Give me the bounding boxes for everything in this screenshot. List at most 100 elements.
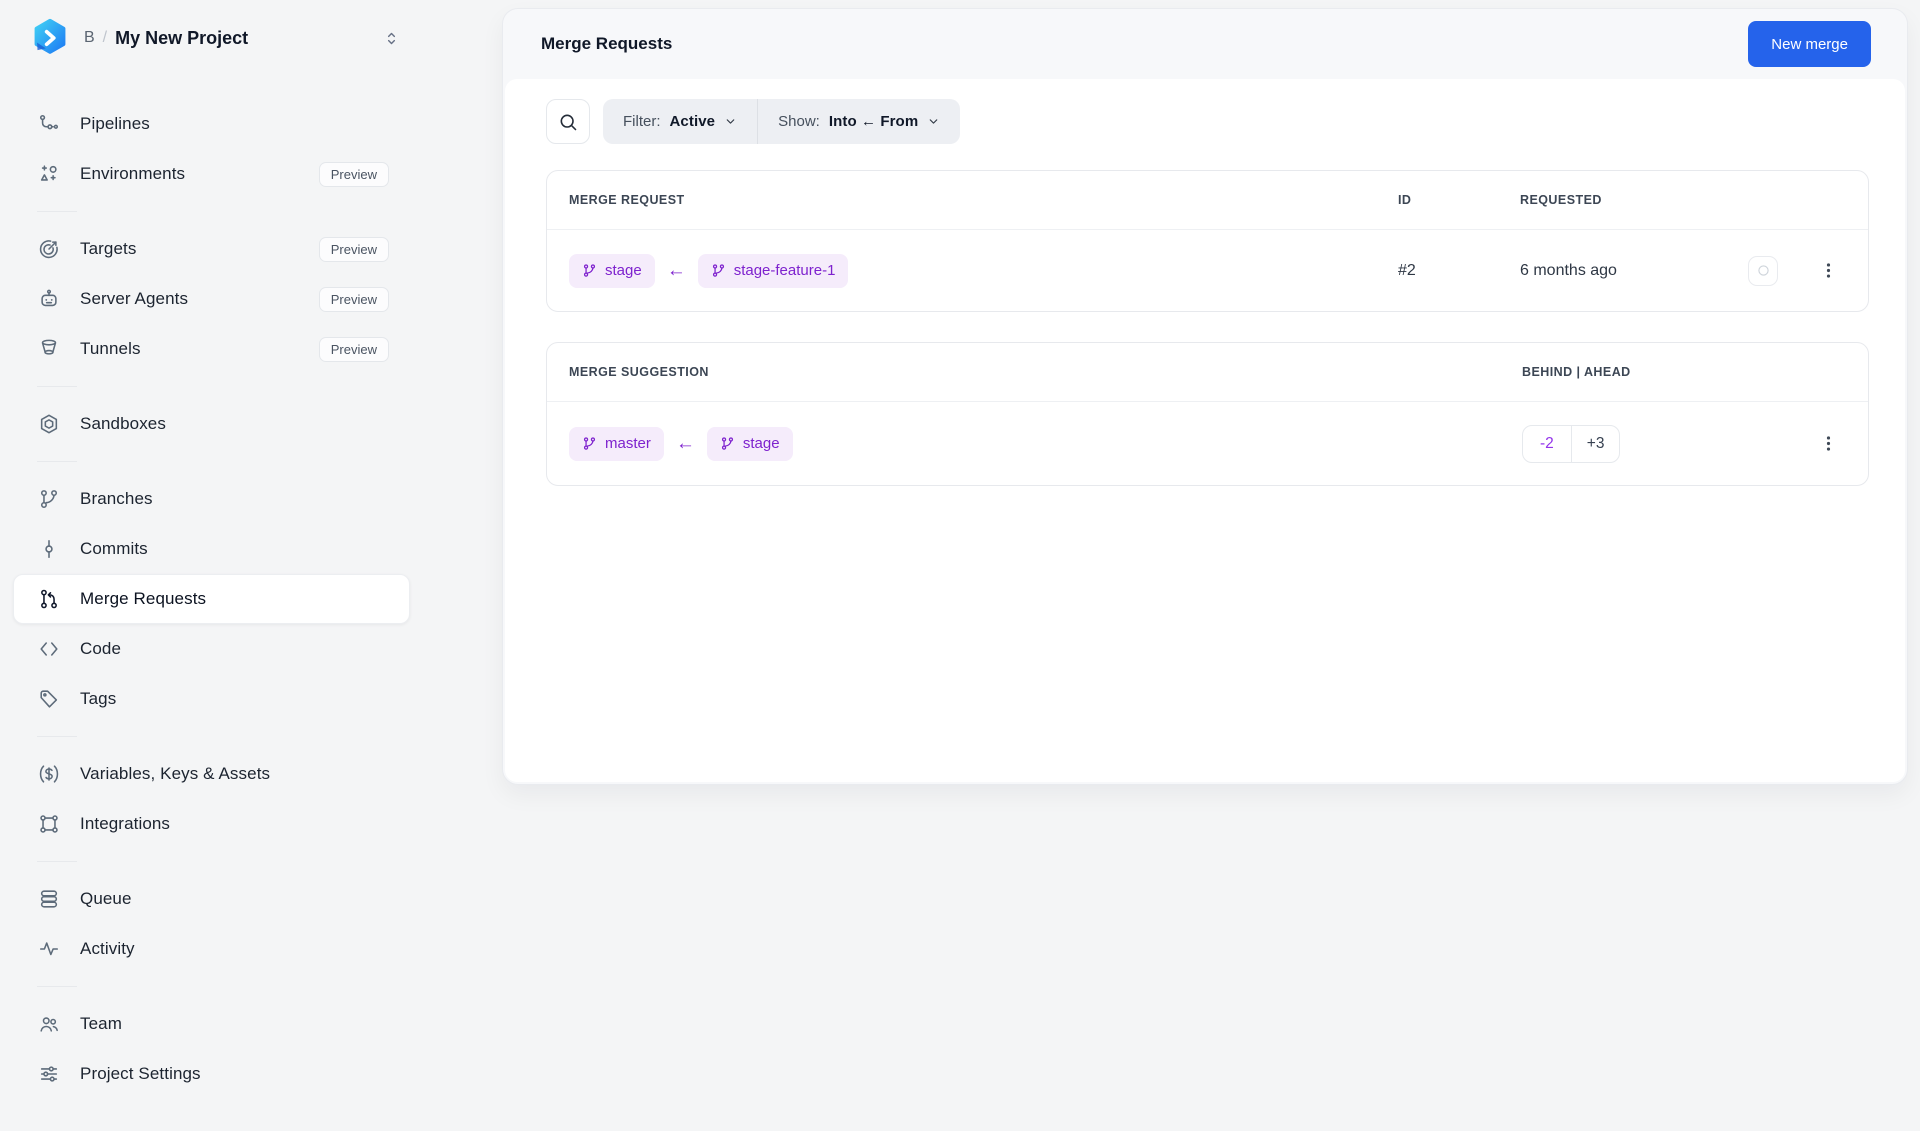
sidebar-item-commits[interactable]: Commits xyxy=(13,524,410,574)
sidebar-item-code[interactable]: Code xyxy=(13,624,410,674)
kebab-menu-icon xyxy=(1819,261,1838,280)
show-dropdown[interactable]: Show: Into ← From xyxy=(758,99,960,144)
sidebar-item-targets[interactable]: Targets Preview xyxy=(13,224,410,274)
sidebar-item-label: Sandboxes xyxy=(80,414,166,433)
merge-request-table-header: MERGE REQUEST ID REQUESTED xyxy=(547,171,1868,229)
branch-icon xyxy=(582,263,597,278)
behind-count: -2 xyxy=(1540,434,1554,452)
sidebar-item-label: Environments xyxy=(80,164,186,183)
chevron-down-icon xyxy=(724,115,737,128)
sidebar-item-label: Code xyxy=(80,639,122,658)
breadcrumb-separator: / xyxy=(102,29,108,46)
tags-icon xyxy=(38,688,60,710)
requested-time: 6 months ago xyxy=(1520,261,1617,279)
into-branch-name: master xyxy=(605,435,651,452)
integrations-icon xyxy=(38,813,60,835)
sidebar-item-sandboxes[interactable]: Sandboxes xyxy=(13,399,410,449)
variables-icon xyxy=(38,763,60,785)
sidebar-item-label: Tunnels xyxy=(80,339,141,358)
row-actions-menu-button[interactable] xyxy=(1814,257,1842,285)
column-behind-ahead: BEHIND | AHEAD xyxy=(1522,365,1631,379)
org-initial[interactable]: B xyxy=(84,29,95,47)
merge-request-id: #2 xyxy=(1398,261,1416,279)
main-panel: Merge Requests New merge Filter: Active S… xyxy=(502,8,1908,785)
preview-badge: Preview xyxy=(318,236,389,262)
sidebar-divider xyxy=(37,211,77,212)
team-icon xyxy=(38,1013,60,1035)
column-merge-request: MERGE REQUEST xyxy=(569,193,685,207)
sidebar-item-label: Pipelines xyxy=(80,114,150,133)
row-actions-menu-button[interactable] xyxy=(1814,430,1842,458)
branch-badge-into[interactable]: master xyxy=(569,426,664,461)
sidebar-item-activity[interactable]: Activity xyxy=(13,924,410,974)
arrow-left-icon: ← xyxy=(675,432,695,454)
branches-icon xyxy=(38,488,60,510)
sidebar-divider xyxy=(37,461,77,462)
sidebar-divider xyxy=(37,861,77,862)
sidebar-item-team[interactable]: Team xyxy=(13,999,410,1049)
into-branch-name: stage xyxy=(605,262,642,279)
sidebar-item-branches[interactable]: Branches xyxy=(13,474,410,524)
sidebar-item-tunnels[interactable]: Tunnels Preview xyxy=(13,324,410,374)
sidebar-item-environments[interactable]: Environments Preview xyxy=(13,149,410,199)
project-name[interactable]: My New Project xyxy=(115,28,248,49)
filter-group: Filter: Active Show: Into ← From xyxy=(603,99,961,144)
tunnels-icon xyxy=(38,338,60,360)
project-switcher[interactable]: B / My New Project xyxy=(30,16,400,60)
environments-icon xyxy=(38,163,60,185)
merge-suggestion-table-header: MERGE SUGGESTION BEHIND | AHEAD xyxy=(547,343,1868,401)
column-merge-suggestion: MERGE SUGGESTION xyxy=(569,365,709,379)
sidebar-item-label: Project Settings xyxy=(80,1064,201,1083)
panel-header: Merge Requests New merge xyxy=(503,9,1907,79)
panel-content: Filter: Active Show: Into ← From MERGE REQ… xyxy=(505,79,1905,782)
sidebar: B / My New Project Pipelines Environments… xyxy=(0,0,500,1131)
avatar-circle-icon xyxy=(1755,262,1772,279)
sidebar-item-tags[interactable]: Tags xyxy=(13,674,410,724)
sidebar-item-pipelines[interactable]: Pipelines xyxy=(13,99,410,149)
column-id: ID xyxy=(1398,193,1412,207)
table-row[interactable]: stage ← stage-feature-1 #2 6 months ago xyxy=(547,229,1868,311)
behind-ahead-pill[interactable]: -2 +3 xyxy=(1522,424,1621,463)
branch-icon xyxy=(720,436,735,451)
sidebar-item-label: Team xyxy=(80,1014,122,1033)
branch-badge-from[interactable]: stage-feature-1 xyxy=(697,253,849,288)
pipelines-icon xyxy=(38,113,60,135)
sandboxes-icon xyxy=(38,413,60,435)
page-title: Merge Requests xyxy=(541,34,673,53)
search-button[interactable] xyxy=(546,99,590,144)
ahead-count: +3 xyxy=(1586,434,1605,452)
sidebar-item-label: Targets xyxy=(80,239,137,258)
from-branch-name: stage xyxy=(742,435,780,452)
updown-chevron-icon[interactable] xyxy=(383,30,400,47)
branch-badge-from[interactable]: stage xyxy=(706,426,793,461)
server-agents-icon xyxy=(38,288,60,310)
sidebar-item-server-agents[interactable]: Server Agents Preview xyxy=(13,274,410,324)
sidebar-divider xyxy=(37,386,77,387)
sidebar-item-integrations[interactable]: Integrations xyxy=(13,799,410,849)
sidebar-item-project-settings[interactable]: Project Settings xyxy=(13,1049,410,1099)
kebab-menu-icon xyxy=(1819,434,1838,453)
preview-badge: Preview xyxy=(318,286,389,312)
sidebar-item-merge-requests[interactable]: Merge Requests xyxy=(13,574,410,624)
sidebar-item-variables-keys-assets[interactable]: Variables, Keys & Assets xyxy=(13,749,410,799)
show-prefix: Show: xyxy=(778,113,820,130)
queue-icon xyxy=(38,888,60,910)
project-settings-icon xyxy=(38,1063,60,1085)
commits-icon xyxy=(38,538,60,560)
activity-icon xyxy=(38,938,60,960)
targets-icon xyxy=(38,238,60,260)
sidebar-item-queue[interactable]: Queue xyxy=(13,874,410,924)
new-merge-button[interactable]: New merge xyxy=(1748,21,1871,67)
preview-badge: Preview xyxy=(318,336,389,362)
branch-badge-into[interactable]: stage xyxy=(569,253,655,288)
sidebar-item-label: Activity xyxy=(80,939,135,958)
branch-icon xyxy=(711,263,726,278)
merge-requests-icon xyxy=(38,588,60,610)
assignee-placeholder-button[interactable] xyxy=(1748,255,1778,286)
filter-dropdown[interactable]: Filter: Active xyxy=(603,99,757,144)
sidebar-divider xyxy=(37,736,77,737)
table-row[interactable]: master ← stage -2 +3 xyxy=(547,401,1868,485)
sidebar-item-label: Queue xyxy=(80,889,132,908)
filter-value: Active xyxy=(669,113,716,130)
sidebar-divider xyxy=(37,986,77,987)
